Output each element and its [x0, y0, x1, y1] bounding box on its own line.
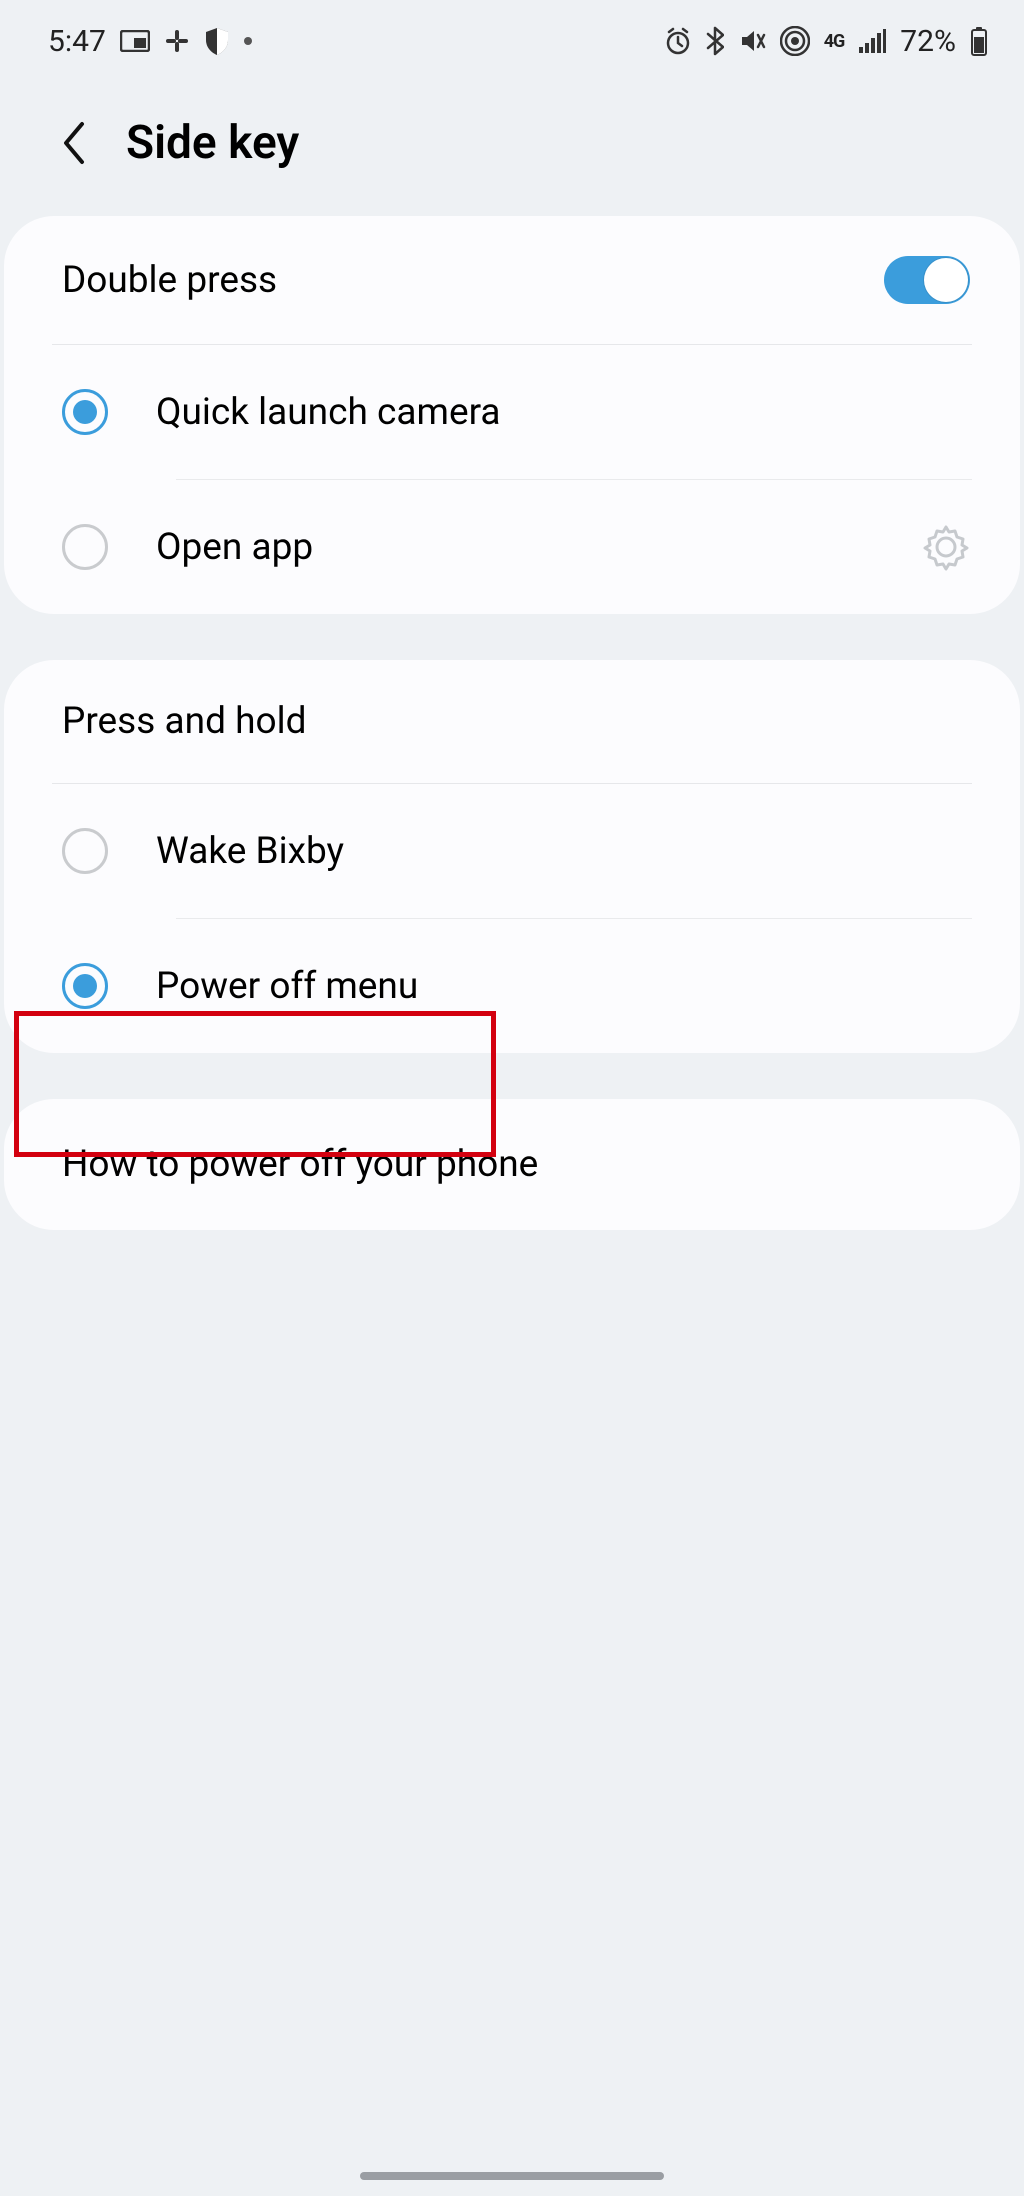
page-title: Side key [126, 116, 299, 170]
option-label: Power off menu [156, 965, 970, 1008]
how-to-power-off[interactable]: How to power off your phone [4, 1099, 1020, 1230]
signal-icon [858, 29, 886, 53]
shield-icon [204, 26, 230, 56]
double-press-card: Double press Quick launch camera Open ap… [4, 216, 1020, 614]
cast-icon [120, 30, 150, 52]
status-left: 5:47 [48, 24, 252, 59]
double-press-title: Double press [62, 259, 277, 302]
status-bar: 5:47 4G [0, 0, 1024, 70]
hotspot-icon [780, 26, 810, 56]
mute-icon [738, 27, 766, 55]
radio-icon [62, 524, 108, 570]
press-hold-card: Press and hold Wake Bixby Power off menu [4, 660, 1020, 1053]
option-power-off-menu[interactable]: Power off menu [4, 919, 1020, 1053]
status-right: 4G 72% [664, 24, 988, 59]
more-dot-icon [244, 37, 252, 45]
info-text: How to power off your phone [62, 1143, 538, 1186]
alarm-icon [664, 27, 692, 55]
battery-icon [970, 26, 988, 56]
bluetooth-icon [706, 26, 724, 56]
toggle-knob [924, 258, 968, 302]
option-label: Wake Bixby [156, 830, 970, 873]
option-open-app[interactable]: Open app [4, 480, 1020, 614]
back-button[interactable] [48, 118, 98, 168]
radio-icon [62, 828, 108, 874]
option-wake-bixby[interactable]: Wake Bixby [4, 784, 1020, 918]
option-label: Quick launch camera [156, 391, 970, 434]
radio-icon [62, 963, 108, 1009]
option-quick-launch-camera[interactable]: Quick launch camera [4, 345, 1020, 479]
double-press-toggle[interactable] [884, 256, 970, 304]
clock: 5:47 [48, 24, 106, 59]
press-hold-header: Press and hold [4, 660, 1020, 783]
battery-percent: 72% [900, 24, 956, 59]
home-indicator[interactable] [360, 2172, 664, 2180]
option-label: Open app [156, 526, 874, 569]
double-press-header: Double press [4, 216, 1020, 344]
slack-icon [164, 28, 190, 54]
network-type: 4G [824, 31, 845, 52]
page-header: Side key [0, 70, 1024, 216]
press-hold-title: Press and hold [62, 700, 306, 743]
gear-icon[interactable] [922, 523, 970, 571]
radio-icon [62, 389, 108, 435]
